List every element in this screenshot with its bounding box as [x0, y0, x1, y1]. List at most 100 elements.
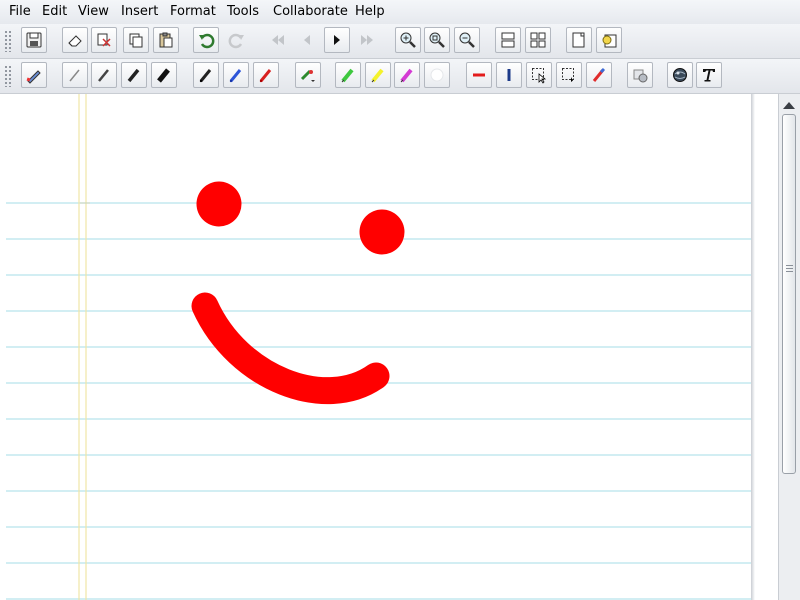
- image-insert-icon: [602, 34, 617, 48]
- grid-icon: [530, 32, 546, 48]
- zoom-in-button[interactable]: [395, 27, 421, 53]
- text-t-icon: [703, 69, 715, 82]
- redo-button[interactable]: [224, 27, 250, 53]
- globe-icon: [673, 68, 687, 82]
- new-page-icon: [572, 32, 585, 48]
- green-highlighter-icon: [341, 68, 354, 83]
- floppy-disk-icon: [26, 32, 42, 48]
- ruled-page[interactable]: [6, 94, 751, 600]
- scroll-up-arrow-icon[interactable]: [783, 102, 795, 109]
- pencil-medium-icon: [98, 69, 109, 82]
- vertical-scrollbar[interactable]: [778, 94, 800, 600]
- pen-red-button[interactable]: [253, 62, 279, 88]
- double-left-icon: [272, 35, 284, 45]
- menu-file[interactable]: File: [9, 4, 31, 19]
- line-style-red-button[interactable]: [466, 62, 492, 88]
- magnifier-fit-icon: [429, 32, 445, 48]
- toolbar-grip[interactable]: [4, 30, 12, 52]
- previous-page-button[interactable]: [294, 27, 320, 53]
- blue-pen-icon: [229, 69, 242, 83]
- zoom-fit-button[interactable]: [424, 27, 450, 53]
- magnifier-minus-icon: [459, 32, 475, 48]
- toolbar-grip[interactable]: [4, 65, 12, 87]
- last-page-button[interactable]: [354, 27, 380, 53]
- camera-icon: [633, 69, 648, 83]
- zoom-out-button[interactable]: [454, 27, 480, 53]
- yellow-highlighter-icon: [371, 68, 384, 83]
- blue-bar-icon: [507, 69, 511, 81]
- shapes-button[interactable]: [667, 62, 693, 88]
- save-button[interactable]: [21, 27, 47, 53]
- menu-edit[interactable]: Edit: [42, 4, 67, 19]
- drawing-canvas-area[interactable]: [0, 94, 778, 600]
- pencil-extra-button[interactable]: [151, 62, 177, 88]
- highlighter-green-button[interactable]: [335, 62, 361, 88]
- ruled-lines: [6, 202, 751, 600]
- lasso-select-icon: [532, 68, 547, 84]
- magnifier-plus-icon: [400, 32, 416, 48]
- scissors-icon: [97, 33, 111, 47]
- pen-select-button[interactable]: [21, 62, 47, 88]
- pen-color-icon: [26, 70, 41, 84]
- lasso-select-button[interactable]: [526, 62, 552, 88]
- right-eye-stroke: [359, 209, 405, 255]
- highlighter-magenta-button[interactable]: [394, 62, 420, 88]
- menu-view[interactable]: View: [78, 4, 109, 19]
- page-view-button[interactable]: [495, 27, 521, 53]
- main-toolbar: [0, 24, 800, 59]
- red-pen-icon: [259, 69, 272, 83]
- next-page-button[interactable]: [324, 27, 350, 53]
- stroke-eraser-icon: [592, 67, 606, 82]
- pencil-extra-icon: [157, 68, 170, 83]
- pencil-fine-button[interactable]: [62, 62, 88, 88]
- insert-image-button[interactable]: [596, 27, 622, 53]
- cut-button[interactable]: [91, 27, 117, 53]
- first-page-button[interactable]: [265, 27, 291, 53]
- stroke-eraser-button[interactable]: [586, 62, 612, 88]
- two-rows-icon: [501, 32, 515, 48]
- eraser-icon: [68, 35, 82, 47]
- menu-help[interactable]: Help: [355, 4, 385, 19]
- page-edge: [751, 94, 755, 600]
- pen-color-dropdown-icon: [300, 69, 315, 82]
- right-triangle-icon: [334, 35, 340, 45]
- clipboard-icon: [159, 32, 173, 48]
- thumb-grip: [786, 265, 793, 273]
- left-eye-stroke: [196, 181, 242, 227]
- pen-blue-button[interactable]: [223, 62, 249, 88]
- scrollbar-thumb[interactable]: [782, 114, 796, 474]
- pen-color-menu-button[interactable]: [295, 62, 321, 88]
- smiley-drawing: [191, 181, 405, 405]
- copy-button[interactable]: [123, 27, 149, 53]
- redo-arrow-icon: [228, 33, 244, 49]
- pencil-thick-button[interactable]: [121, 62, 147, 88]
- menu-collaborate[interactable]: Collaborate: [273, 4, 348, 19]
- screen-capture-button[interactable]: [627, 62, 653, 88]
- undo-arrow-icon: [199, 33, 215, 49]
- menu-tools[interactable]: Tools: [227, 4, 259, 19]
- new-page-button[interactable]: [566, 27, 592, 53]
- menu-bar: File Edit View Insert Format Tools Colla…: [0, 0, 800, 25]
- undo-button[interactable]: [193, 27, 219, 53]
- menu-format[interactable]: Format: [170, 4, 216, 19]
- text-tool-button[interactable]: [696, 62, 722, 88]
- ruled-paper: [6, 94, 751, 600]
- pen-black-button[interactable]: [193, 62, 219, 88]
- line-style-blue-button[interactable]: [496, 62, 522, 88]
- rect-select-button[interactable]: [556, 62, 582, 88]
- pencil-medium-button[interactable]: [91, 62, 117, 88]
- thumbnails-button[interactable]: [525, 27, 551, 53]
- menu-insert[interactable]: Insert: [121, 4, 158, 19]
- red-dash-icon: [473, 73, 485, 77]
- left-triangle-icon: [304, 35, 310, 45]
- highlighter-white-button[interactable]: [424, 62, 450, 88]
- pencil-thick-icon: [127, 68, 140, 83]
- magenta-highlighter-icon: [400, 68, 413, 83]
- black-pen-icon: [199, 69, 212, 83]
- copy-icon: [129, 33, 143, 48]
- paste-button[interactable]: [153, 27, 179, 53]
- clear-page-button[interactable]: [62, 27, 88, 53]
- mouth-stroke: [191, 292, 390, 405]
- pencil-fine-icon: [69, 69, 80, 82]
- highlighter-yellow-button[interactable]: [365, 62, 391, 88]
